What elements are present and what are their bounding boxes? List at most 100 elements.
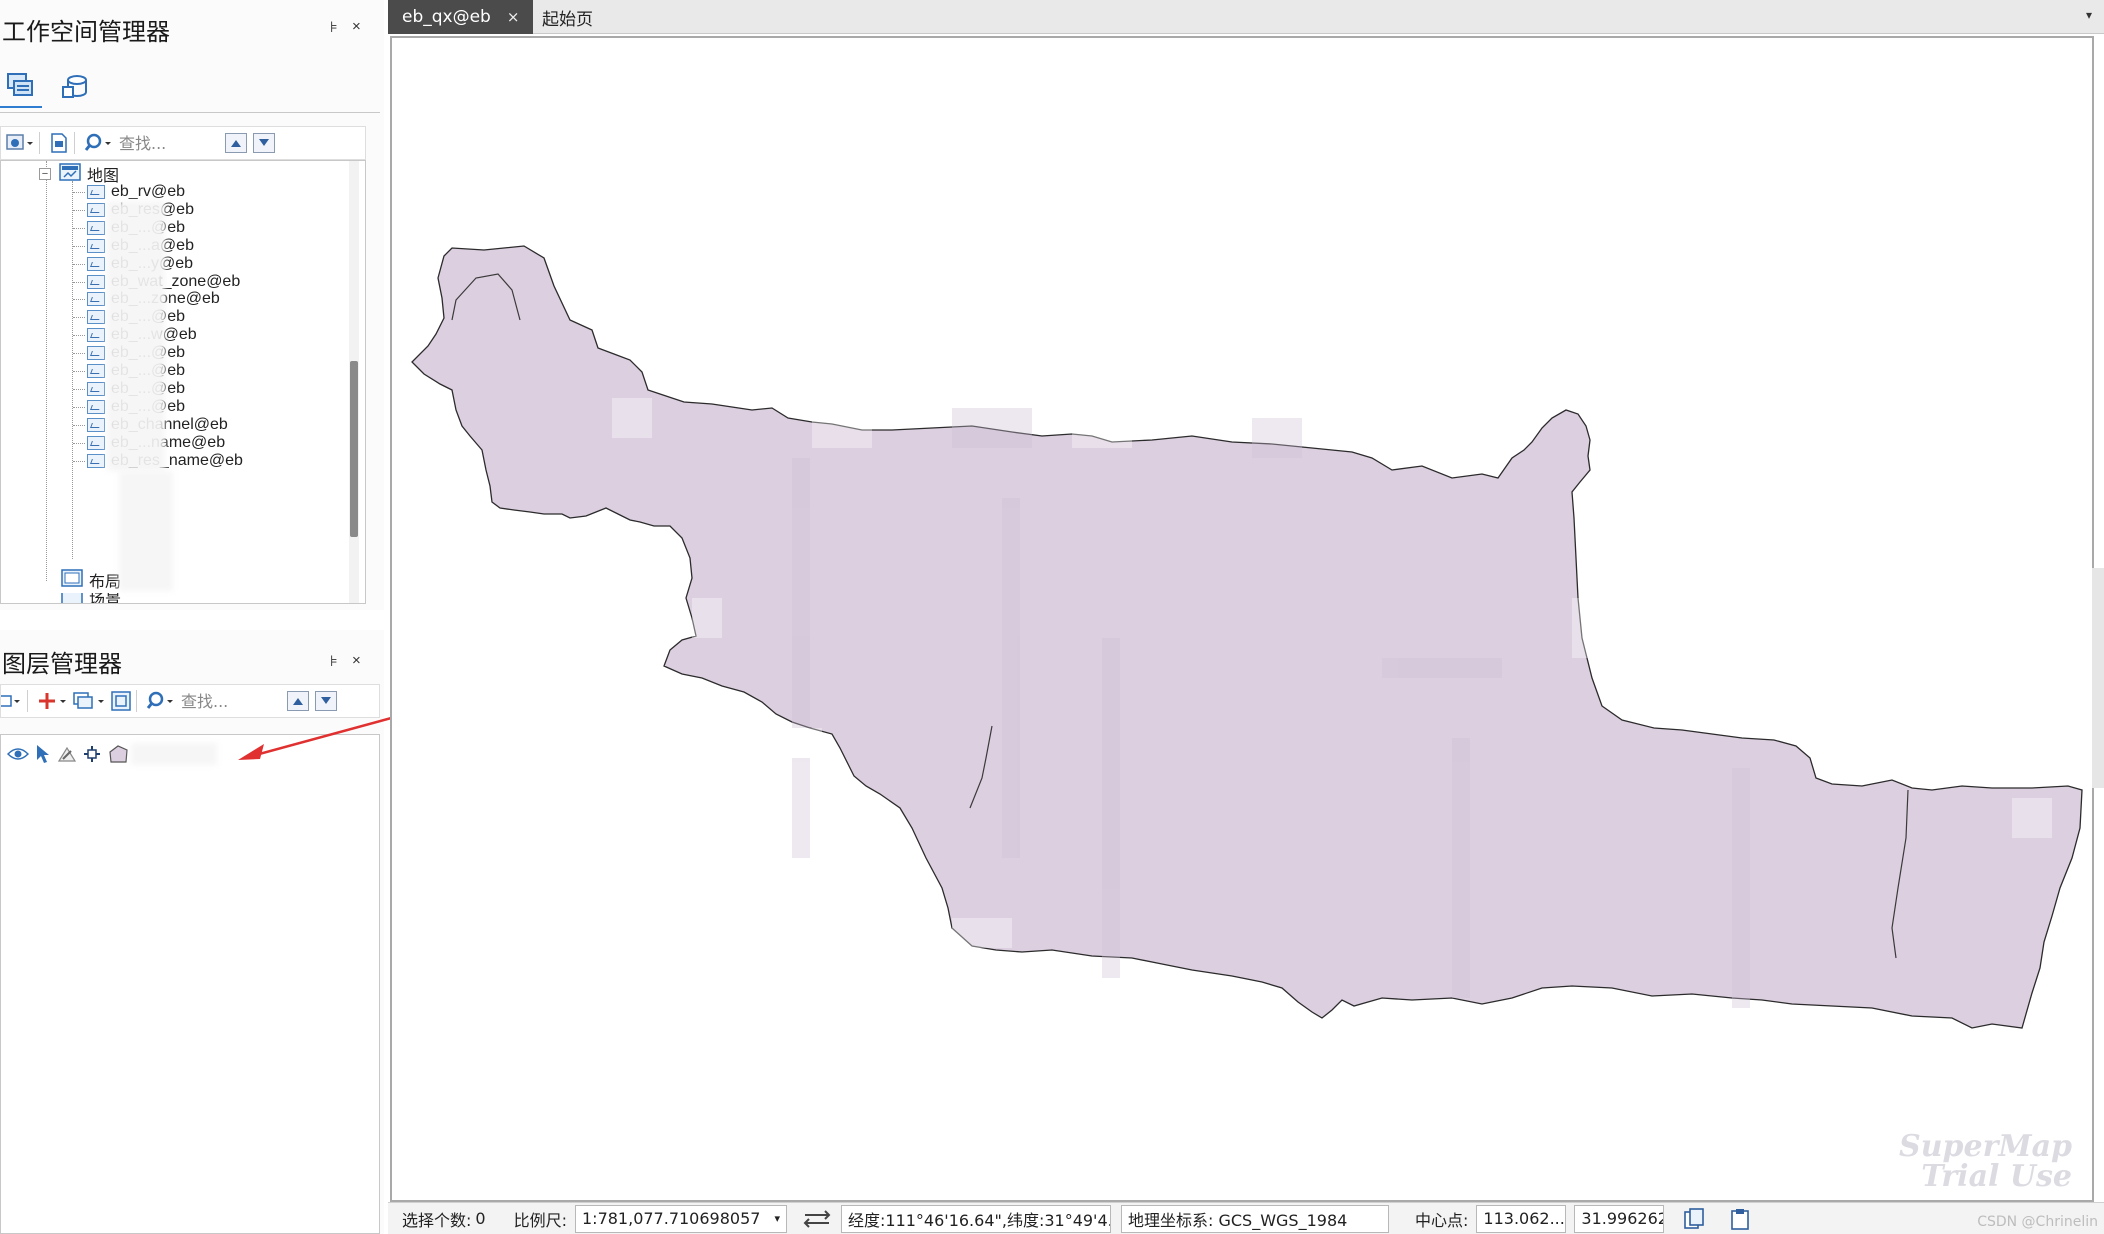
map-icon xyxy=(87,292,105,307)
tree-guide-line xyxy=(73,192,85,193)
region-polygon[interactable] xyxy=(411,245,2083,1029)
tab-label: 起始页 xyxy=(542,9,593,30)
map-canvas[interactable] xyxy=(392,38,2094,1202)
search-icon xyxy=(146,691,173,709)
tree-guide-line xyxy=(73,299,85,301)
search-previous-button[interactable] xyxy=(225,133,247,153)
map-icon xyxy=(87,399,105,414)
chevron-down-icon[interactable]: ▾ xyxy=(774,1212,780,1225)
center-label: 中心点: xyxy=(1415,1210,1469,1230)
tree-guide-line xyxy=(73,335,85,337)
crs-field[interactable]: 地理坐标系: GCS_WGS_1984 xyxy=(1121,1204,1389,1233)
paste-icon xyxy=(1731,1208,1750,1230)
map-folder-icon xyxy=(59,162,81,186)
workspace-tree-icon xyxy=(7,73,33,96)
scene-folder-icon xyxy=(61,593,83,603)
layer-style-button[interactable] xyxy=(1,687,23,715)
tab-close-icon[interactable]: × xyxy=(507,8,520,26)
snap-crosshair-icon[interactable] xyxy=(83,745,101,763)
pin-icon[interactable]: ⊧ xyxy=(330,18,338,36)
center-x-field[interactable]: 113.062... xyxy=(1476,1204,1567,1233)
copy-icon xyxy=(1684,1207,1705,1229)
scale-label: 比例尺: xyxy=(513,1210,567,1230)
layer-search-options-button[interactable] xyxy=(145,687,175,715)
toolbar-separator xyxy=(39,132,40,154)
workspace-tree[interactable]: − 地图 eb_rv@ebeb_res@ebeb_...@ebeb_...a@e… xyxy=(0,160,366,604)
layer-row[interactable] xyxy=(7,741,217,767)
copy-center-button[interactable] xyxy=(1678,1205,1710,1233)
layout-folder-icon xyxy=(61,568,83,592)
tree-scrollbar-thumb[interactable] xyxy=(350,361,358,537)
selectable-cursor-icon[interactable] xyxy=(35,744,51,764)
map-view[interactable]: SuperMap Trial Use xyxy=(390,36,2094,1202)
swap-coordinates-button[interactable] xyxy=(801,1205,833,1233)
selection-count-label: 选择个数: xyxy=(402,1210,472,1230)
layer-group-button[interactable] xyxy=(72,687,106,715)
editable-pencil-icon[interactable] xyxy=(57,745,77,763)
tree-guide-line xyxy=(73,263,85,265)
tree-guide-line xyxy=(73,281,85,283)
document-icon xyxy=(51,133,67,153)
scale-combobox[interactable]: 1:781,077.710698057 ▾ xyxy=(575,1204,787,1233)
tab-start-page[interactable]: 起始页 xyxy=(528,0,607,34)
tree-node-layouts[interactable]: 布局 xyxy=(61,568,122,592)
tab-map-window[interactable]: eb_qx@eb × xyxy=(388,0,534,34)
view-options-button[interactable] xyxy=(5,129,35,157)
map-icon xyxy=(87,238,105,253)
credit-text: CSDN @Chrinelin xyxy=(1977,1214,2098,1230)
layer-style-icon xyxy=(1,695,20,707)
tree-node-label: 布局 xyxy=(89,574,122,591)
grid-frame-icon xyxy=(111,691,131,711)
watermark-line: Trial Use xyxy=(1921,1159,2072,1194)
tab-list-dropdown-icon[interactable]: ▾ xyxy=(2086,8,2092,22)
toolbar-separator xyxy=(136,690,137,712)
map-icon xyxy=(87,417,105,432)
tab-workspace-tree[interactable] xyxy=(0,66,42,108)
paste-center-button[interactable] xyxy=(1724,1205,1756,1233)
privacy-blur xyxy=(131,743,217,765)
plus-icon xyxy=(39,693,66,709)
collapse-toggle-icon[interactable]: − xyxy=(39,168,51,180)
center-y-field[interactable]: 31.996262 xyxy=(1574,1204,1665,1233)
search-icon xyxy=(84,133,111,151)
tab-resources[interactable] xyxy=(54,66,96,108)
triangle-down-icon xyxy=(259,139,269,146)
document-tabbar: eb_qx@eb × 起始页 ▾ xyxy=(388,0,2104,34)
tab-label: eb_qx@eb xyxy=(402,7,491,27)
map-icon xyxy=(87,381,105,396)
privacy-blur xyxy=(119,471,173,591)
tree-guide-line xyxy=(73,209,85,211)
workspace-manager-title: 工作空间管理器 xyxy=(2,18,170,46)
swap-arrows-icon xyxy=(803,1209,831,1228)
map-icon xyxy=(87,256,105,271)
map-icon xyxy=(87,435,105,450)
map-icon xyxy=(87,185,105,199)
tree-guide-line xyxy=(72,181,73,559)
tree-guide-line xyxy=(46,161,47,581)
tree-node-label: 场景 xyxy=(89,593,122,603)
close-icon[interactable]: × xyxy=(352,18,361,35)
tree-guide-line xyxy=(73,317,85,319)
map-icon xyxy=(87,328,105,343)
search-next-button[interactable] xyxy=(253,133,275,153)
map-icon xyxy=(87,274,105,289)
resources-icon xyxy=(62,75,87,98)
layer-list[interactable] xyxy=(0,734,380,1234)
map-side-handle[interactable] xyxy=(2092,568,2104,788)
open-properties-button[interactable] xyxy=(48,129,70,157)
center-y-value: 31.996262 xyxy=(1581,1209,1665,1228)
search-options-button[interactable] xyxy=(83,129,113,157)
workspace-tabs-divider xyxy=(0,112,380,113)
add-layer-button[interactable] xyxy=(36,687,68,715)
tree-guide-line xyxy=(73,406,85,408)
watermark-line: SuperMap xyxy=(1899,1129,2072,1164)
center-x-value: 113.062... xyxy=(1483,1209,1565,1228)
visibility-eye-icon[interactable] xyxy=(7,746,29,762)
map-icon xyxy=(87,202,105,217)
scale-value: 1:781,077.710698057 xyxy=(582,1209,761,1228)
tree-node-scenes[interactable]: 场景 xyxy=(61,593,121,603)
workspace-toolbar xyxy=(0,126,366,160)
workspace-search-input[interactable] xyxy=(119,133,219,153)
crs-value: 地理坐标系: GCS_WGS_1984 xyxy=(1128,1210,1348,1230)
layer-extent-button[interactable] xyxy=(110,687,132,715)
